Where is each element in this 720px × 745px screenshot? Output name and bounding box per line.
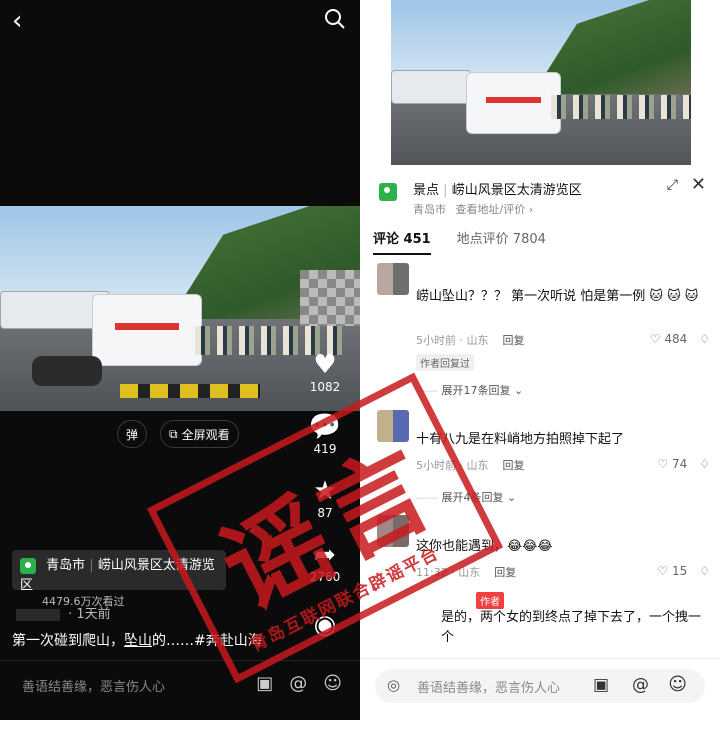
back-icon[interactable]: ‹ xyxy=(12,6,22,36)
heart-icon: ♥ xyxy=(313,350,337,380)
location-pin-icon xyxy=(20,557,36,574)
comment-input-bar[interactable]: ◎ 善语结善缘，恶言伤人心 ▣ @ ☺ xyxy=(361,658,720,714)
expand-replies-button[interactable]: —— 展开4条回复 ⌄ xyxy=(416,489,516,505)
dislike-icon[interactable]: ♢ xyxy=(699,332,710,346)
emoji-icon[interactable]: ☺ xyxy=(323,673,342,694)
video-frame-top xyxy=(391,0,691,170)
at-icon[interactable]: @ xyxy=(289,673,307,694)
fullscreen-icon: ⧉ xyxy=(169,426,178,441)
comment-action[interactable]: 💬 419 xyxy=(300,412,350,456)
heart-outline-icon: ♡ xyxy=(649,332,661,346)
emoji-icon[interactable]: ☺ xyxy=(668,674,687,695)
like-action[interactable]: ♥ 1082 xyxy=(300,350,350,394)
reply-button[interactable]: 回复 xyxy=(503,332,525,348)
like-button[interactable]: ♡ 484 xyxy=(650,332,688,346)
like-button[interactable]: ♡ 15 xyxy=(657,564,687,578)
reply-button[interactable]: 回复 xyxy=(503,457,525,473)
like-button[interactable]: ♡ 74 xyxy=(657,457,687,471)
comment-tabs: 评论 451 地点评价 7804 xyxy=(373,228,546,255)
location-card[interactable]: 青岛市 | 崂山风景区太清游览区 4479.6万次看过 xyxy=(12,550,226,608)
chevron-down-icon: ⌄ xyxy=(510,384,524,397)
close-icon[interactable]: ✕ xyxy=(691,174,706,195)
music-action[interactable]: ◉ xyxy=(300,610,350,640)
author-name-redacted[interactable] xyxy=(16,608,60,621)
heart-outline-icon: ♡ xyxy=(657,564,669,578)
comment-input-placeholder: 善语结善缘，恶言伤人心 xyxy=(22,680,166,695)
comment-icon: 💬 xyxy=(308,412,342,442)
search-icon[interactable] xyxy=(324,8,346,30)
image-icon[interactable]: ▣ xyxy=(256,673,273,694)
share-action[interactable]: ➦ 2760 xyxy=(300,540,350,584)
tab-place-reviews[interactable]: 地点评价 7804 xyxy=(457,228,546,255)
fullscreen-button[interactable]: ⧉ 全屏观看 xyxy=(160,420,239,448)
video-caption: 第一次碰到爬山，坠山的……#奔赴山海 xyxy=(12,633,262,649)
avatar[interactable] xyxy=(377,263,409,295)
music-disc-icon: ◉ xyxy=(313,610,337,640)
favorite-action[interactable]: ★ 87 xyxy=(300,476,350,520)
chevron-right-icon: › xyxy=(525,203,534,216)
dislike-icon[interactable]: ♢ xyxy=(699,564,710,578)
heart-outline-icon: ♡ xyxy=(657,457,669,471)
chevron-down-icon: ⌄ xyxy=(503,491,517,504)
top-bar: ‹ xyxy=(0,6,360,36)
author-badge: 作者 xyxy=(476,592,504,609)
expand-replies-button[interactable]: —— 展开17条回复 ⌄ xyxy=(416,382,523,398)
poi-header[interactable]: 景点 | 崂山风景区太清游览区 青岛市 查看地址/评价 › xyxy=(379,179,699,217)
location-pin-icon xyxy=(379,183,397,201)
comment-sheet: 景点 | 崂山风景区太清游览区 青岛市 查看地址/评价 › ⤢ ✕ 评论 451… xyxy=(361,165,720,720)
avatar[interactable] xyxy=(377,515,409,547)
expand-icon[interactable]: ⤢ xyxy=(667,177,678,193)
author-line: · 1天前 xyxy=(16,603,111,622)
avatar[interactable] xyxy=(377,410,409,442)
comment-input-placeholder: 善语结善缘，恶言伤人心 xyxy=(417,681,561,696)
comments-screenshot: 景点 | 崂山风景区太清游览区 青岛市 查看地址/评价 › ⤢ ✕ 评论 451… xyxy=(361,0,720,720)
dislike-icon[interactable]: ♢ xyxy=(699,457,710,471)
danmu-toggle[interactable]: 弹 xyxy=(117,420,147,448)
video-screenshot: ‹ ♥ 1082 💬 419 ★ 87 ➦ 2760 ◉ 弹 ⧉ 全屏观看 青岛… xyxy=(0,0,360,720)
at-icon[interactable]: @ xyxy=(632,675,649,695)
star-icon: ★ xyxy=(313,476,337,506)
author-replied-tag: 作者回复过 xyxy=(416,354,474,371)
tab-comments[interactable]: 评论 451 xyxy=(373,228,431,255)
share-icon: ➦ xyxy=(314,540,336,570)
comment-input-bar[interactable]: 善语结善缘，恶言伤人心 ▣ @ ☺ xyxy=(0,660,360,710)
reply-button[interactable]: 回复 xyxy=(494,564,516,580)
image-icon[interactable]: ▣ xyxy=(593,675,609,695)
camera-icon[interactable]: ◎ xyxy=(387,676,400,694)
ambulance xyxy=(92,294,202,366)
